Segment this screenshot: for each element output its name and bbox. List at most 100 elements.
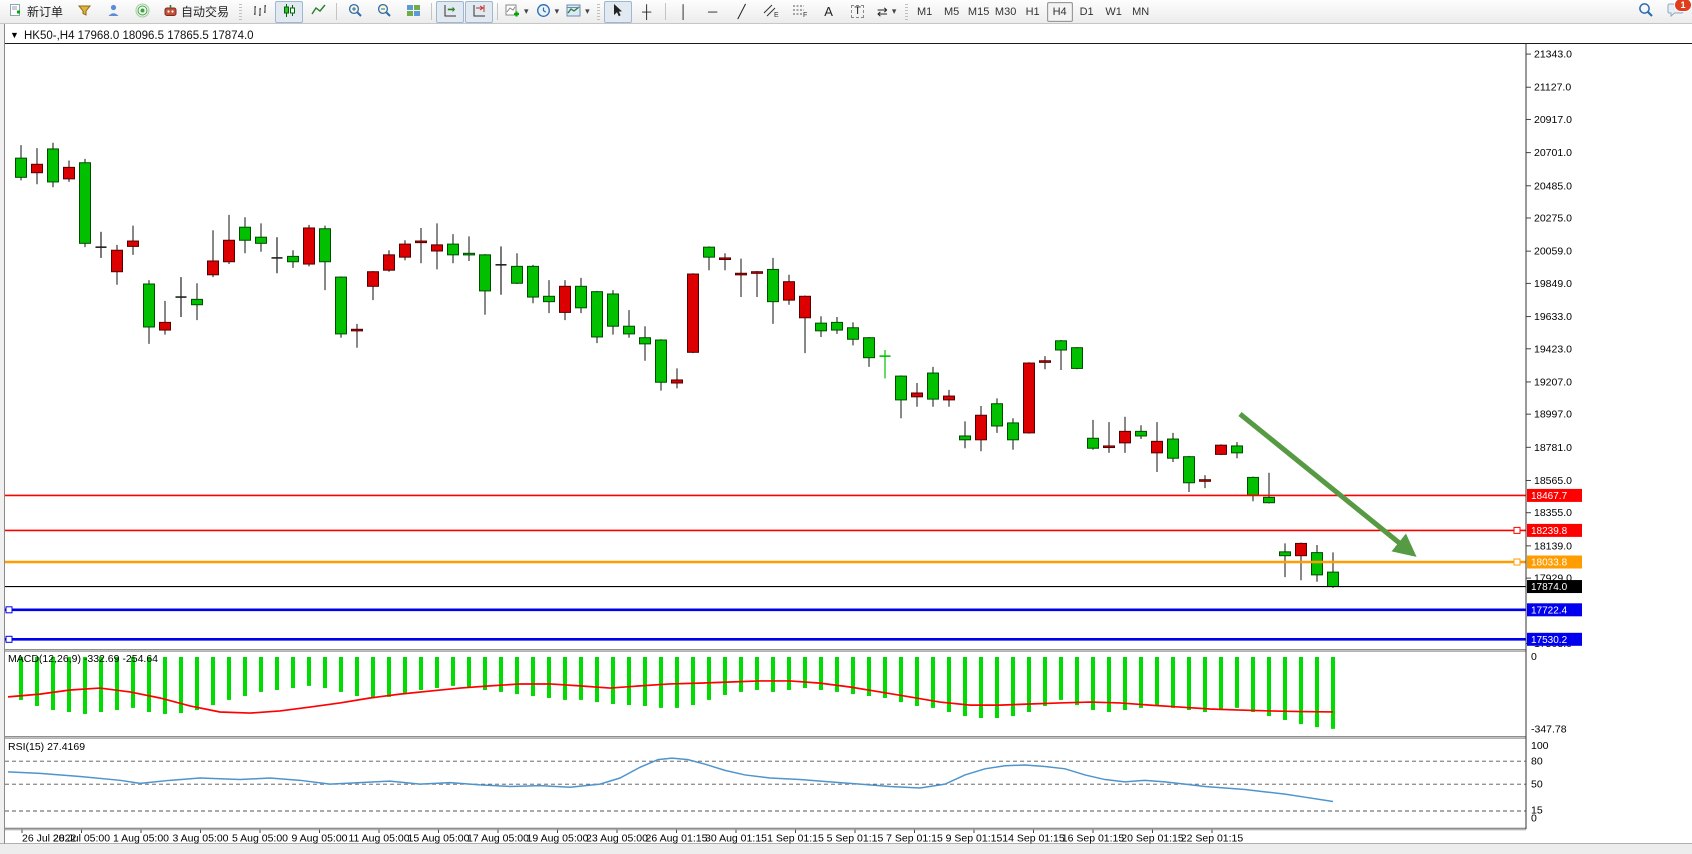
hline-handle[interactable] — [1514, 559, 1520, 565]
market-watch-button[interactable] — [99, 1, 127, 23]
chevron-down-icon[interactable]: ▾ — [524, 6, 529, 17]
profile-button[interactable] — [70, 1, 98, 23]
trendline-icon: ╱ — [738, 5, 746, 18]
fibonacci-tool-button[interactable]: F — [786, 1, 814, 23]
macd-axis-zero: 0 — [1531, 651, 1537, 663]
hline-tool-button[interactable]: ─ — [699, 1, 727, 23]
new-order-button[interactable]: 新订单 — [3, 1, 69, 23]
macd-axis-min: -347.78 — [1531, 724, 1567, 736]
toolbar-grip — [905, 4, 908, 20]
candlestick-type-button[interactable] — [275, 1, 303, 23]
channel-tool-button[interactable]: E — [757, 1, 785, 23]
y-axis-label: 18355.0 — [1534, 507, 1572, 519]
candlestick-icon — [282, 3, 297, 21]
x-axis-label: 11 Aug 05:00 — [348, 833, 409, 845]
timeframe-m1[interactable]: M1 — [912, 2, 938, 22]
templates-button[interactable]: ▾ — [563, 1, 593, 23]
timeframe-d1[interactable]: D1 — [1074, 2, 1100, 22]
autotrade-button[interactable]: 自动交易 — [157, 1, 235, 23]
price-tag-label: 17530.2 — [1531, 635, 1568, 646]
auto-scroll-button[interactable] — [436, 1, 464, 23]
x-axis-label: 9 Aug 05:00 — [291, 833, 347, 845]
x-axis-label: 20 Sep 01:15 — [1121, 833, 1184, 845]
trendline-tool-button[interactable]: ╱ — [728, 1, 756, 23]
y-axis-label: 18139.0 — [1534, 540, 1572, 552]
y-axis-label: 19423.0 — [1534, 343, 1572, 355]
candle — [80, 159, 91, 247]
x-axis-label: 5 Sep 01:15 — [827, 833, 884, 845]
bar-chart-type-button[interactable] — [246, 1, 274, 23]
timeframe-m15[interactable]: M15 — [966, 2, 992, 22]
price-tag-label: 17722.4 — [1531, 605, 1568, 616]
y-axis-label: 19633.0 — [1534, 311, 1572, 323]
x-axis-label: 17 Aug 05:00 — [467, 833, 529, 845]
fibonacci-icon: F — [792, 3, 808, 21]
template-icon — [566, 3, 581, 21]
toolbar-grip — [597, 4, 600, 20]
hline-handle[interactable] — [6, 607, 12, 613]
timeframe-h1[interactable]: H1 — [1020, 2, 1046, 22]
chart-title-ohlc: HK50-,H4 17968.0 18096.5 17865.5 17874.0 — [24, 30, 254, 42]
timeframe-m30[interactable]: M30 — [993, 2, 1019, 22]
signal-icon — [135, 3, 150, 21]
signal-icon-button[interactable] — [128, 1, 156, 23]
chevron-down-icon[interactable]: ▾ — [555, 6, 560, 17]
rsi-label: RSI(15) 27.4169 — [8, 741, 85, 753]
y-axis-label: 20275.0 — [1534, 213, 1572, 225]
candle — [1072, 347, 1083, 369]
chart-canvas[interactable]: 21343.021127.020917.020701.020485.020275… — [0, 0, 1692, 854]
horizontal-line-icon: ─ — [708, 5, 717, 18]
timeframe-m5[interactable]: M5 — [939, 2, 965, 22]
line-chart-type-button[interactable] — [304, 1, 332, 23]
autotrade-label: 自动交易 — [181, 3, 229, 20]
candle — [1216, 444, 1227, 455]
x-axis-label: 16 Sep 01:15 — [1062, 833, 1125, 845]
x-axis-label: 14 Sep 01:15 — [1002, 833, 1065, 845]
price-tag-label: 18033.8 — [1531, 558, 1568, 569]
candle — [688, 273, 699, 353]
x-axis-label: 19 Aug 05:00 — [527, 833, 589, 845]
y-axis-label: 20917.0 — [1534, 114, 1572, 126]
label-tool-button[interactable]: T — [844, 1, 872, 23]
vline-tool-button[interactable]: │ — [670, 1, 698, 23]
crosshair-icon: ┼ — [642, 5, 651, 18]
arrows-tool-icon: ⇄ — [877, 5, 888, 18]
candle — [48, 143, 59, 188]
timeframe-h4[interactable]: H4 — [1047, 2, 1073, 22]
zoom-in-icon — [348, 3, 363, 21]
zoom-out-button[interactable] — [370, 1, 398, 23]
zoom-in-button[interactable] — [341, 1, 369, 23]
chart-shift-icon — [472, 3, 487, 21]
text-tool-button[interactable]: A — [815, 1, 843, 23]
new-order-icon — [9, 3, 24, 21]
y-axis-label: 18565.0 — [1534, 475, 1572, 487]
label-tool-icon: T — [851, 5, 864, 18]
hline-handle[interactable] — [1514, 527, 1520, 533]
x-axis-label: 7 Sep 01:15 — [886, 833, 943, 845]
auto-scroll-icon — [443, 3, 458, 21]
x-axis-label: 3 Aug 05:00 — [172, 833, 228, 845]
rsi-axis-label: 0 — [1531, 813, 1537, 825]
clock-icon — [536, 3, 551, 21]
chevron-down-icon[interactable]: ▾ — [892, 6, 897, 17]
search-button[interactable] — [1632, 1, 1660, 23]
hline-handle[interactable] — [6, 636, 12, 642]
tile-windows-button[interactable] — [399, 1, 427, 23]
periods-button[interactable]: ▾ — [533, 1, 563, 23]
price-tag-label: 17874.0 — [1531, 582, 1568, 593]
toolbar-separator — [497, 3, 498, 20]
notifications-button[interactable]: 1 — [1661, 1, 1689, 23]
chart-collapse-icon[interactable]: ▼ — [10, 30, 19, 40]
candle — [528, 265, 539, 303]
macd-label: MACD(12,26,9) -332.69 -254.64 — [8, 653, 158, 665]
x-axis-label: 1 Sep 01:15 — [767, 833, 824, 845]
y-axis-label: 20701.0 — [1534, 147, 1572, 159]
timeframe-mn[interactable]: MN — [1128, 2, 1154, 22]
chart-shift-button[interactable] — [465, 1, 493, 23]
chevron-down-icon[interactable]: ▾ — [585, 6, 590, 17]
cursor-tool-button[interactable] — [604, 1, 632, 23]
timeframe-w1[interactable]: W1 — [1101, 2, 1127, 22]
indicators-button[interactable]: ▾ — [502, 1, 532, 23]
arrows-tool-button[interactable]: ⇄▾ — [873, 1, 901, 23]
crosshair-tool-button[interactable]: ┼ — [633, 1, 661, 23]
